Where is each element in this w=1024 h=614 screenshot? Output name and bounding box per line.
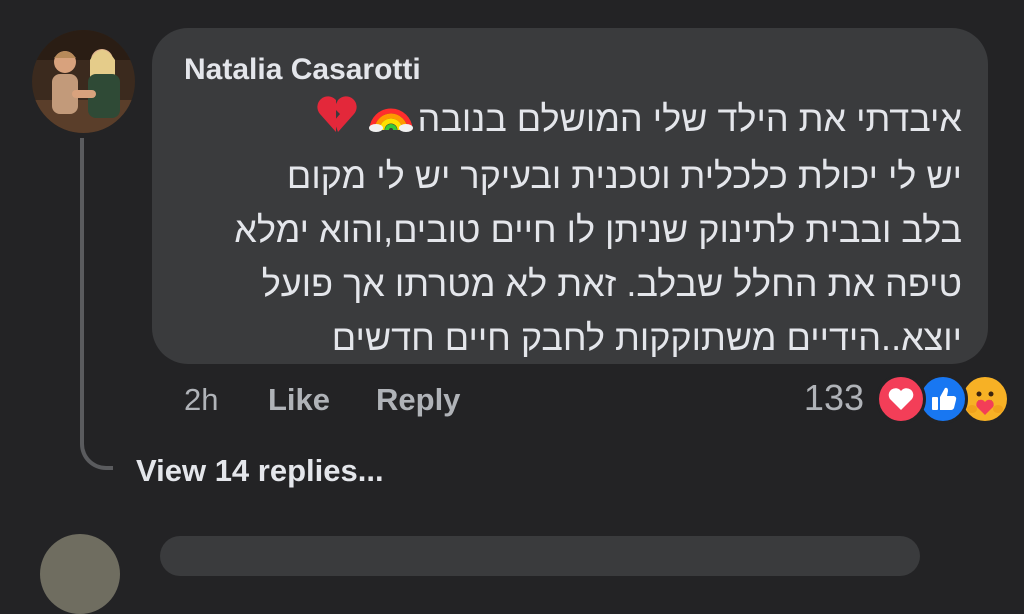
comment-line-1-text: איבדתי את הילד שלי המושלם בנובה	[417, 98, 962, 139]
avatar-photo	[32, 30, 135, 133]
next-comment-bubble	[160, 536, 920, 576]
reaction-icons[interactable]	[876, 374, 1010, 424]
love-reaction-icon	[876, 374, 926, 424]
comment-line-1: איבדתי את הילד שלי המושלם בנובה	[172, 92, 962, 149]
reaction-count[interactable]: 133	[804, 376, 864, 420]
comment-line-2: יש לי יכולת כלכלית וטכנית ובעיקר יש לי מ…	[286, 154, 962, 196]
comment-line-4: טיפה את החלל שבלב. זאת לא מטרתו אך פועל	[261, 262, 962, 304]
comment-line-5: יוצא..הידיים משתוקקות לחבק חיים חדשים	[331, 316, 962, 358]
like-button[interactable]: Like	[268, 382, 330, 418]
commenter-avatar[interactable]	[32, 30, 135, 133]
reply-button[interactable]: Reply	[376, 382, 460, 418]
comment-author[interactable]: Natalia Casarotti	[184, 52, 421, 88]
comment-text: איבדתי את הילד שלי המושלם בנובה יש לי יכ…	[172, 92, 962, 365]
comment-timestamp[interactable]: 2h	[184, 382, 218, 418]
view-replies-link[interactable]: View 14 replies...	[136, 452, 384, 490]
rainbow-emoji-icon	[368, 94, 414, 149]
broken-heart-icon	[314, 94, 360, 149]
thread-connector	[80, 138, 113, 470]
comment-line-3: בלב ובבית לתינוק שניתן לו חיים טובים,והו…	[234, 208, 962, 250]
next-comment-avatar[interactable]	[40, 534, 120, 614]
